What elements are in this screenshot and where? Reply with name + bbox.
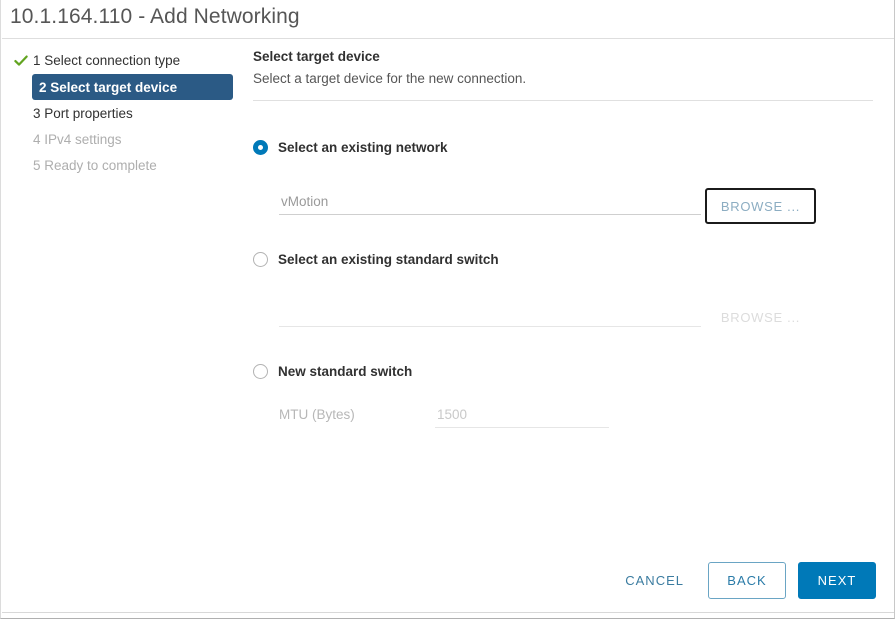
browse-network-button[interactable]: BROWSE ... (705, 188, 816, 224)
sidebar-step-select-target-device[interactable]: 2 Select target device (32, 74, 233, 100)
sidebar-step-port-properties[interactable]: 3 Port properties (1, 101, 237, 126)
browse-standard-switch-button: BROWSE ... (720, 309, 801, 325)
mtu-label: MTU (Bytes) (279, 407, 355, 422)
sidebar-step-label: 2 Select target device (39, 79, 178, 95)
dialog-title-bar: 10.1.164.110 - Add Networking (1, 0, 894, 39)
add-networking-dialog: 10.1.164.110 - Add Networking 1 Select c… (0, 0, 895, 619)
mtu-input (435, 407, 609, 428)
main-content: Select target device Select a target dev… (253, 48, 873, 101)
page-title: Select target device (253, 49, 380, 64)
wizard-steps-sidebar: 1 Select connection type 2 Select target… (1, 48, 237, 179)
dialog-title: 10.1.164.110 - Add Networking (10, 5, 300, 28)
sidebar-step-label: 3 Port properties (33, 106, 133, 121)
next-button[interactable]: NEXT (798, 562, 876, 599)
existing-standard-switch-input (279, 306, 701, 327)
check-icon (14, 55, 28, 66)
radio-label: Select an existing standard switch (278, 252, 499, 267)
sidebar-step-label: 5 Ready to complete (33, 158, 157, 173)
page-description: Select a target device for the new conne… (253, 71, 527, 86)
radio-label: Select an existing network (278, 140, 448, 155)
radio-icon-unselected[interactable] (253, 252, 268, 267)
sidebar-step-label: 4 IPv4 settings (33, 132, 122, 147)
sidebar-step-ready-to-complete: 5 Ready to complete (1, 153, 237, 178)
existing-network-input[interactable] (279, 194, 701, 215)
radio-option-existing-network[interactable]: Select an existing network (253, 140, 448, 155)
sidebar-step-label: 1 Select connection type (33, 53, 181, 68)
cancel-button[interactable]: CANCEL (613, 562, 696, 599)
radio-option-new-standard-switch[interactable]: New standard switch (253, 364, 412, 379)
back-button[interactable]: BACK (708, 562, 786, 599)
radio-icon-unselected[interactable] (253, 364, 268, 379)
sidebar-step-ipv4-settings: 4 IPv4 settings (1, 127, 237, 152)
radio-icon-selected[interactable] (253, 140, 268, 155)
sidebar-step-select-connection-type[interactable]: 1 Select connection type (1, 48, 237, 73)
radio-option-existing-standard-switch[interactable]: Select an existing standard switch (253, 252, 499, 267)
header-divider (253, 100, 873, 101)
footer-divider (2, 612, 894, 613)
title-divider (2, 38, 894, 39)
radio-label: New standard switch (278, 364, 413, 379)
dialog-footer: CANCEL BACK NEXT (613, 562, 876, 599)
